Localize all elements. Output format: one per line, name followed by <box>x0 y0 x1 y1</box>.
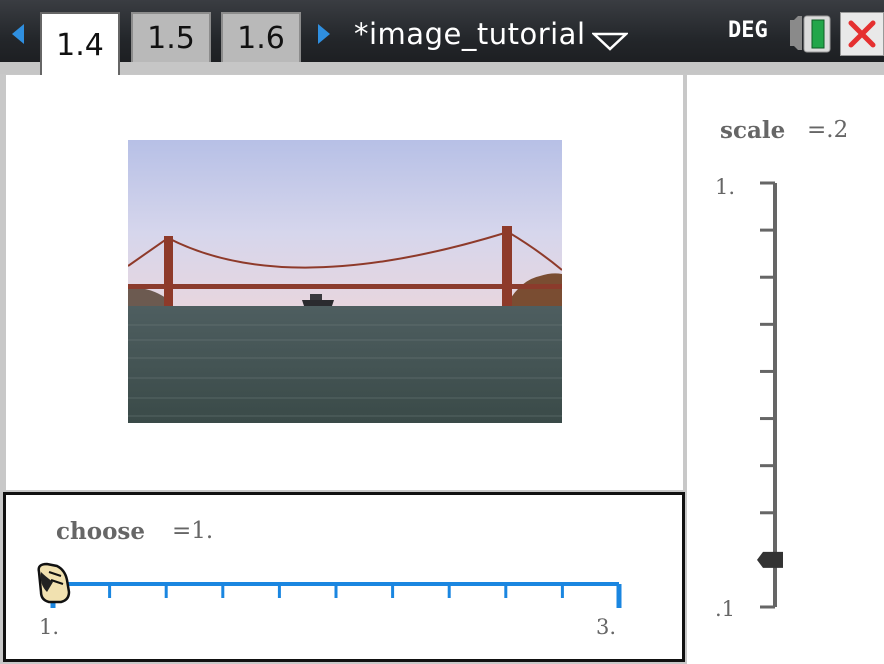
bridge-photo <box>128 140 562 423</box>
scale-max-label: 1. <box>715 175 736 199</box>
tab-page-1-4[interactable]: 1.4 <box>40 12 120 76</box>
image-panel <box>6 75 683 490</box>
close-icon <box>848 20 876 48</box>
choose-slider[interactable] <box>31 560 631 610</box>
choose-value: =1. <box>172 518 214 544</box>
tab-label: 1.5 <box>147 20 195 56</box>
scale-slider[interactable] <box>757 175 787 615</box>
scale-value: =.2 <box>807 117 849 143</box>
tab-page-1-5[interactable]: 1.5 <box>131 12 211 62</box>
scale-slider-panel: scale =.2 1. .1 <box>687 75 884 664</box>
choose-min-label: 1. <box>39 615 60 639</box>
tab-page-1-6[interactable]: 1.6 <box>221 12 301 62</box>
battery-icon[interactable] <box>790 12 832 54</box>
close-button[interactable] <box>840 12 884 56</box>
choose-variable-name: choose <box>56 518 145 545</box>
angle-mode-indicator: DEG <box>728 18 768 43</box>
tab-label: 1.4 <box>56 27 104 63</box>
scale-variable-name: scale <box>720 117 786 144</box>
prev-page-icon[interactable] <box>12 24 24 44</box>
choose-max-label: 3. <box>596 615 617 639</box>
toolbar-divider <box>0 62 884 74</box>
scale-slider-handle[interactable] <box>757 551 783 568</box>
next-page-icon[interactable] <box>318 24 330 44</box>
document-title[interactable]: *image_tutorial <box>354 14 586 54</box>
tab-label: 1.6 <box>237 20 285 56</box>
dropdown-icon[interactable] <box>592 30 628 52</box>
grab-hand-icon[interactable] <box>37 562 71 604</box>
scale-min-label: .1 <box>715 597 736 621</box>
document-toolbar: 1.4 1.5 1.6 *image_tutorial DEG <box>0 0 884 76</box>
choose-slider-panel: choose =1. 1. 3. <box>3 492 685 662</box>
